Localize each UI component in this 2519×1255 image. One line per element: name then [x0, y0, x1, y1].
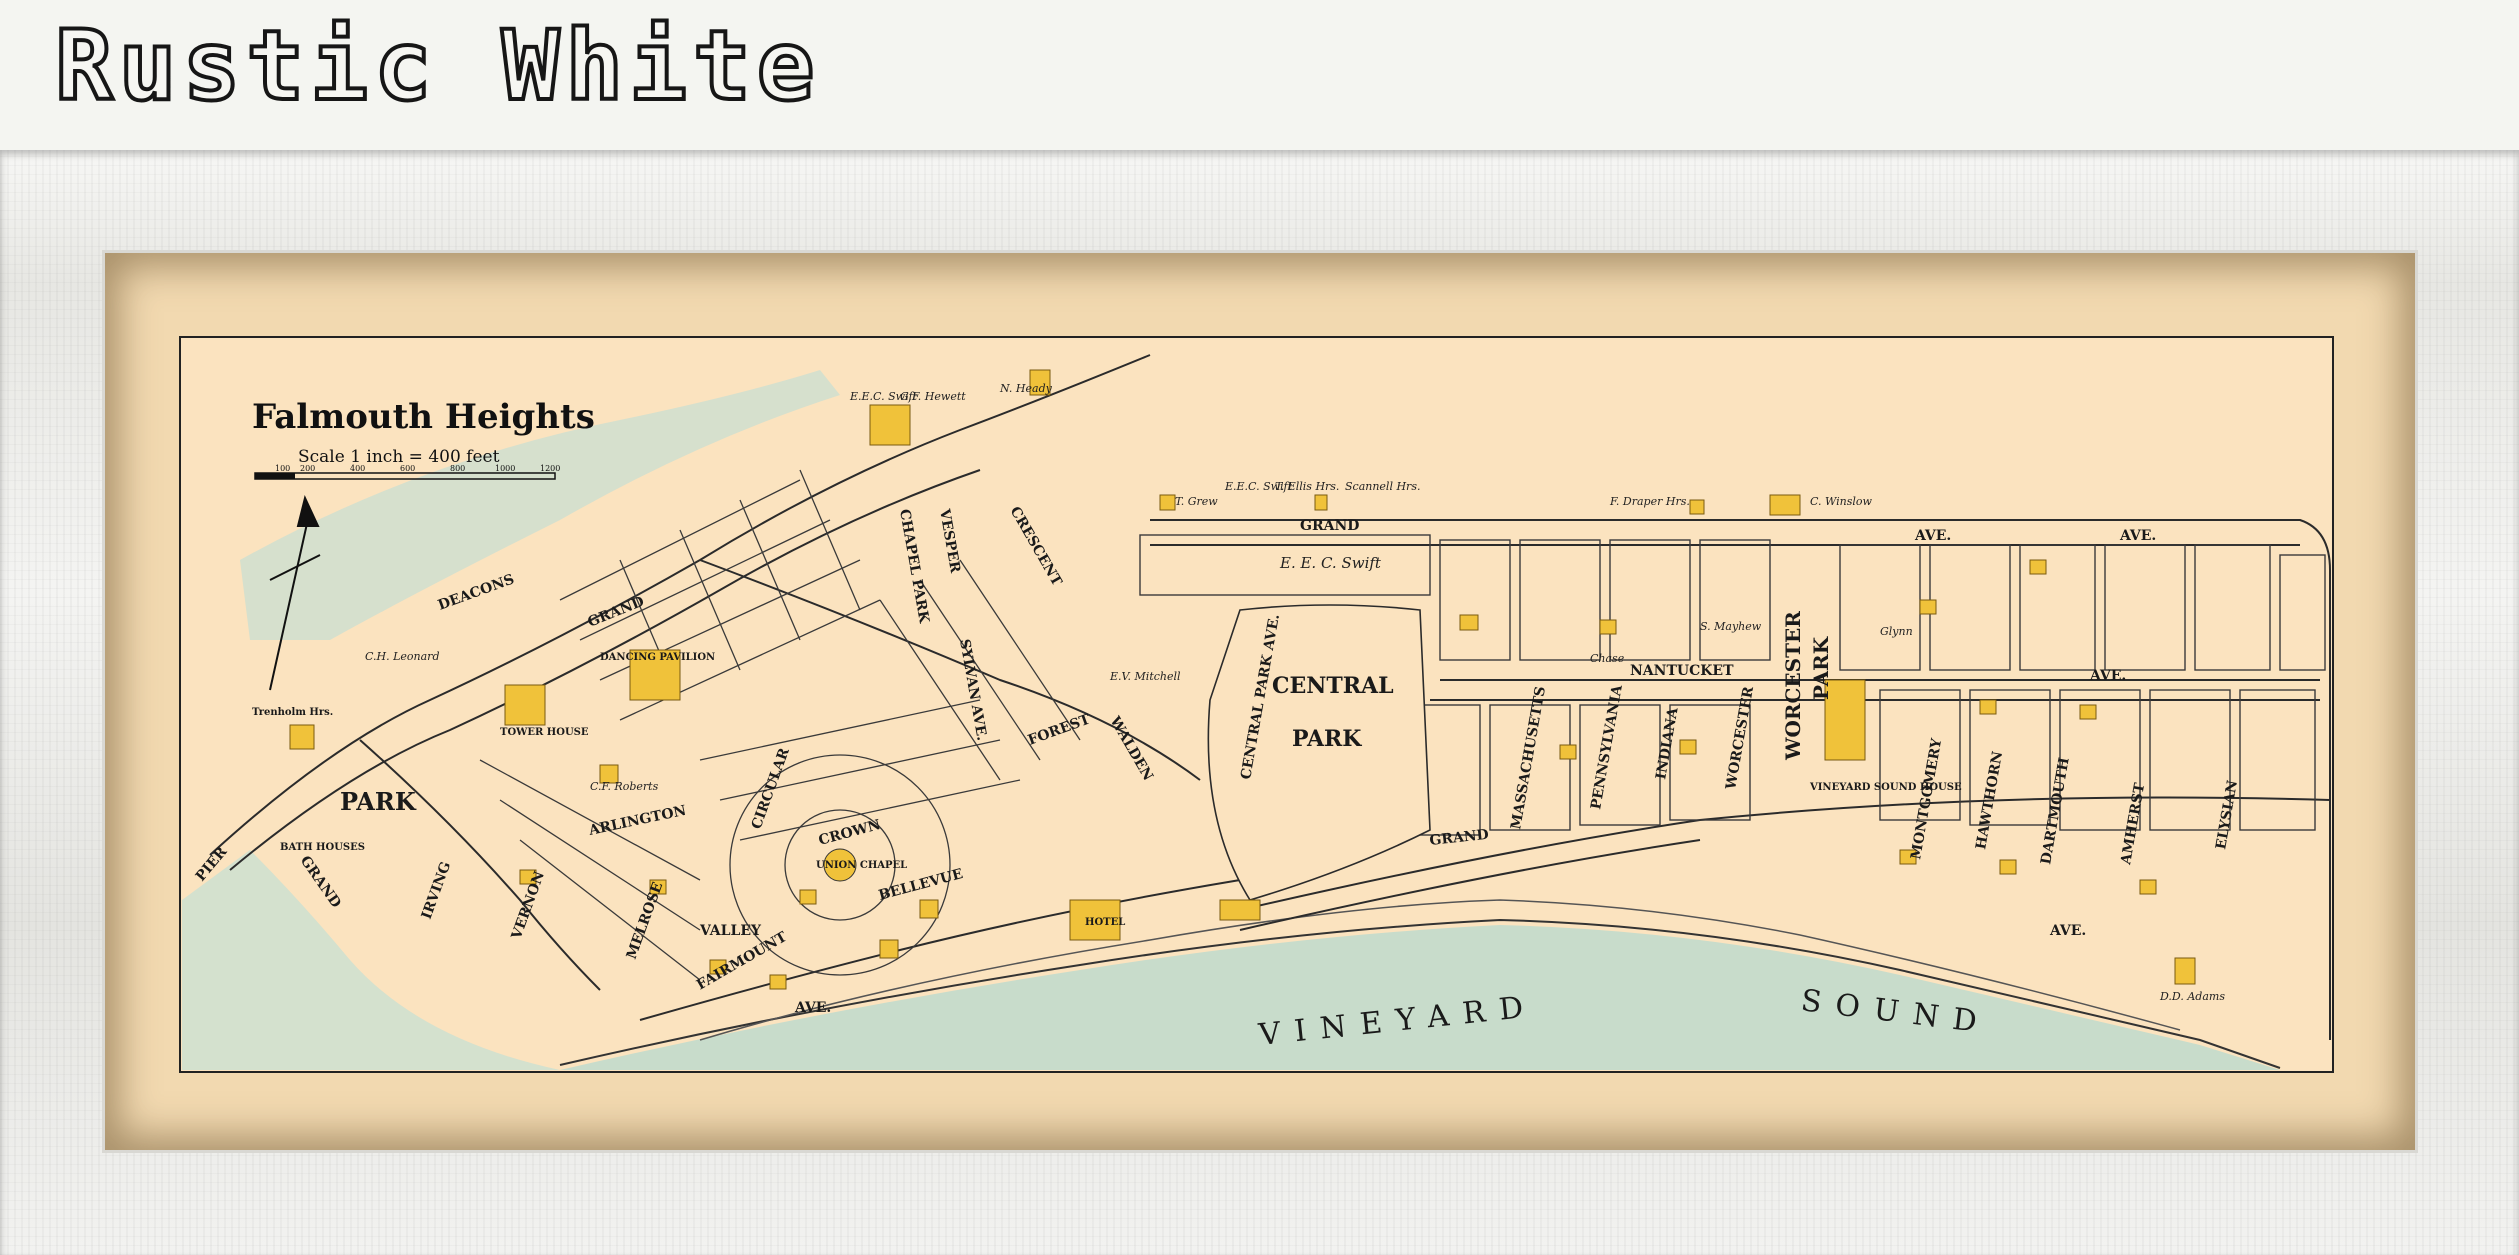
map-title: Falmouth Heights: [252, 397, 595, 437]
park-label: PARK: [1292, 726, 1362, 752]
park-label: PARK: [1809, 636, 1833, 700]
owner-label: Chase: [1590, 652, 1625, 665]
owner-label: E. E. C. Swift: [1279, 554, 1382, 572]
owner-label: C.F. Roberts: [590, 780, 659, 793]
landmark-label: DANCING PAVILION: [600, 652, 715, 663]
street-label: NANTUCKET: [1630, 663, 1734, 679]
street-label: AVE.: [1914, 528, 1951, 544]
landmark-label: VINEYARD SOUND HOUSE: [1809, 782, 1962, 793]
scale-tick: 400: [350, 464, 365, 473]
park-label: WORCESTER: [1781, 611, 1805, 761]
scale-tick: 600: [400, 464, 415, 473]
scale-bar-fill: [255, 473, 295, 479]
owner-label: F. Draper Hrs.: [1609, 495, 1690, 508]
street-label: AVE.: [2089, 668, 2126, 684]
scale-tick: 800: [450, 464, 465, 473]
street-label: AVE.: [794, 1000, 831, 1016]
park-label: CENTRAL: [1272, 673, 1394, 699]
owner-label: Scannell Hrs.: [1345, 480, 1420, 493]
owner-label: C. Winslow: [1810, 495, 1873, 508]
scale-tick: 200: [300, 464, 315, 473]
landmark-label: UNION CHAPEL: [816, 860, 907, 871]
scale-tick: 100: [275, 464, 290, 473]
owner-label: G.F. Hewett: [900, 390, 966, 403]
landmark-label: HOTEL: [1085, 917, 1125, 928]
street-label: AVE.: [2049, 923, 2086, 939]
owner-label: E.V. Mitchell: [1109, 670, 1181, 683]
landmark-label: TOWER HOUSE: [500, 727, 589, 738]
street-label: GRAND: [1300, 518, 1359, 534]
owner-label: Glynn: [1880, 625, 1913, 638]
map-artwork: Falmouth Heights Scale 1 inch = 400 feet…: [179, 336, 2334, 1073]
street-label: AVE.: [2119, 528, 2156, 544]
owner-label: C.H. Leonard: [365, 650, 440, 663]
scale-tick: 1000: [495, 464, 515, 473]
owner-label: N. Heady: [999, 382, 1053, 395]
owner-label: T. Grew: [1175, 495, 1218, 508]
landmark-label: Trenholm Hrs.: [252, 707, 333, 718]
scale-text: Scale 1 inch = 400 feet: [298, 447, 500, 467]
street-label: VALLEY: [699, 923, 762, 939]
owner-label: S. Mayhew: [1700, 620, 1762, 633]
landmark-label: BATH HOUSES: [280, 842, 365, 853]
owner-label: T. Ellis Hrs.: [1275, 480, 1339, 493]
scale-tick: 1200: [540, 464, 560, 473]
owner-label: D.D. Adams: [2159, 990, 2225, 1003]
park-label: PARK: [340, 787, 417, 816]
